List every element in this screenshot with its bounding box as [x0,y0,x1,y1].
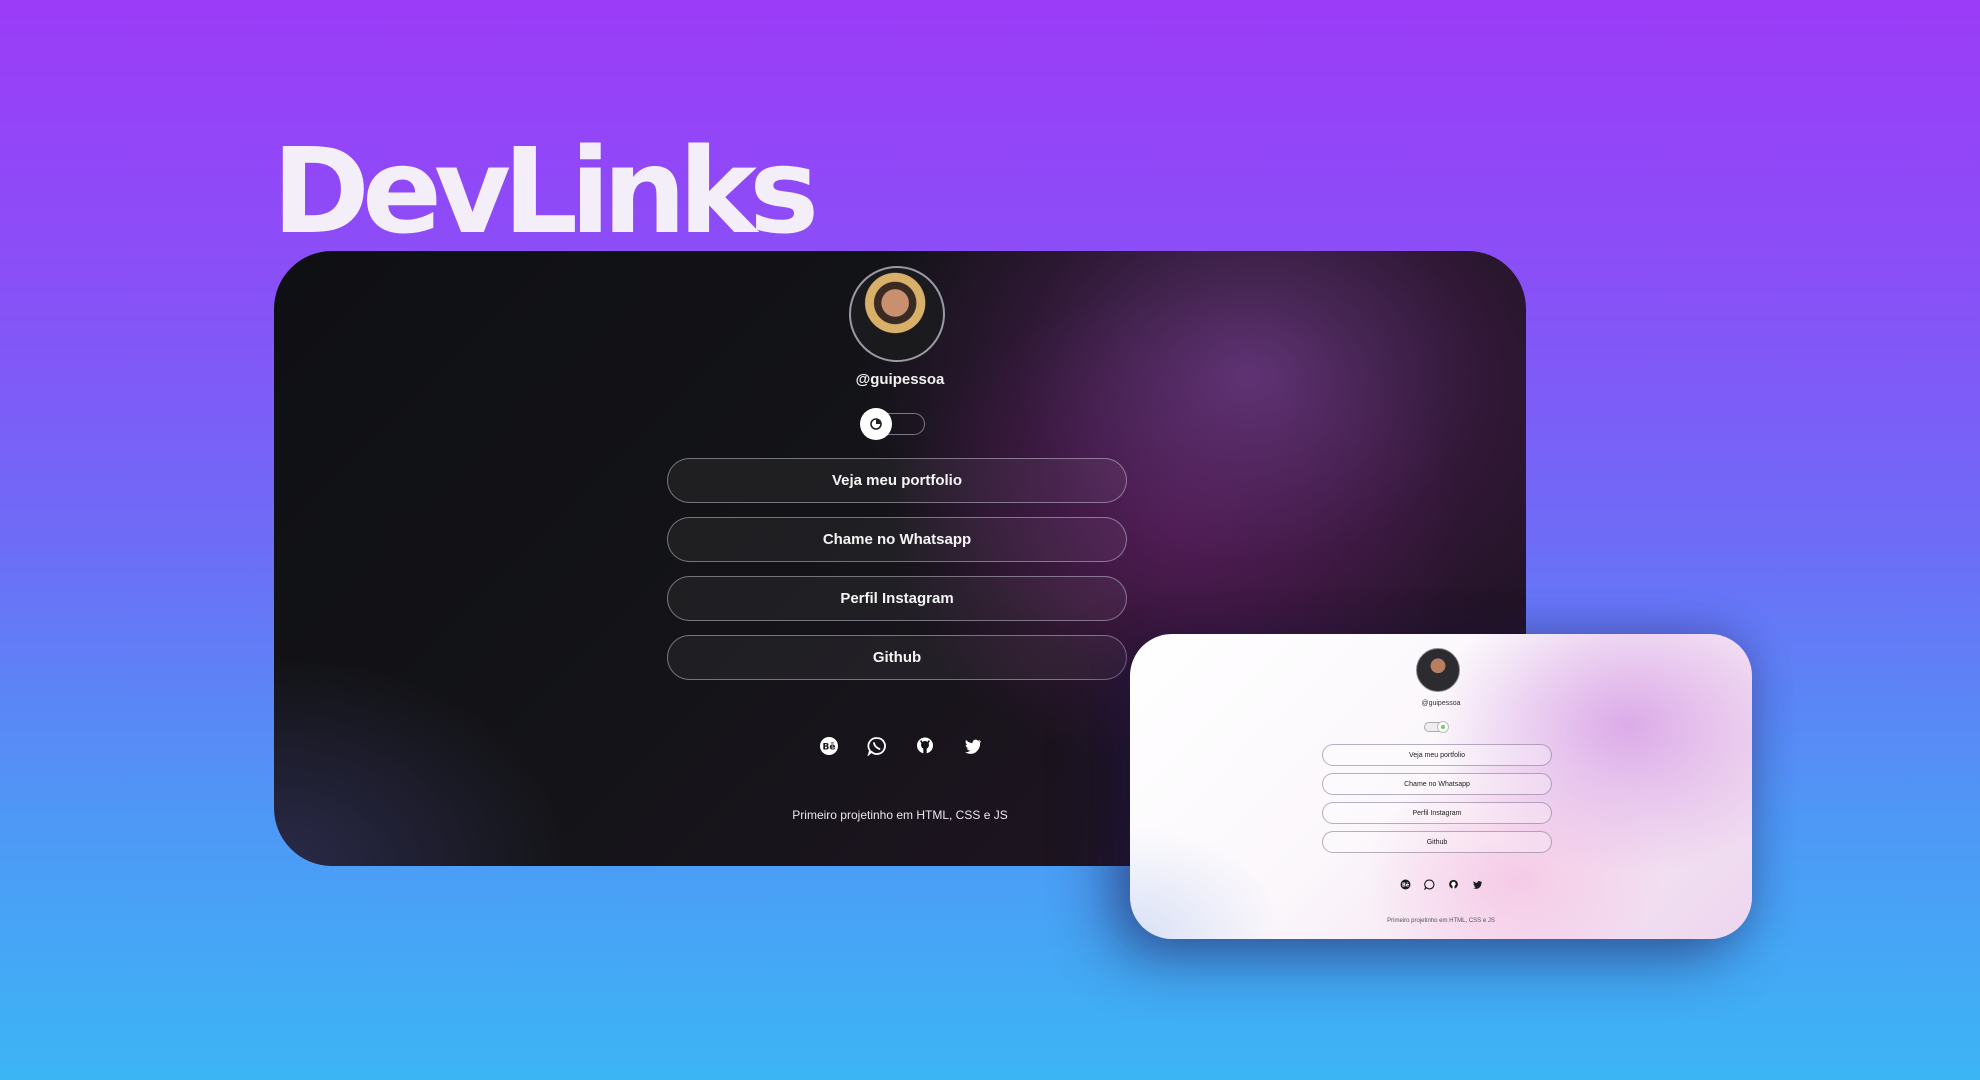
whatsapp-icon[interactable] [1423,878,1435,890]
footer-text: Primeiro projetinho em HTML, CSS e JS [1387,918,1495,924]
social-icons: Bē [1130,878,1752,890]
portfolio-link-button[interactable]: Veja meu portfolio [667,458,1127,503]
sun-icon [1437,721,1449,733]
svg-text:Bē: Bē [1401,882,1409,888]
instagram-link-button[interactable]: Perfil Instagram [667,576,1127,621]
github-link-button[interactable]: Github [1322,831,1552,853]
avatar [1416,648,1460,692]
avatar [849,266,945,362]
github-link-button[interactable]: Github [667,635,1127,680]
twitter-icon[interactable] [961,734,985,758]
twitter-icon[interactable] [1471,878,1483,890]
light-mode-preview: @guipessoa Veja meu portfolio Chame no W… [1130,634,1752,939]
behance-icon[interactable]: Bē [817,734,841,758]
github-icon[interactable] [1447,878,1459,890]
instagram-link-button[interactable]: Perfil Instagram [1322,802,1552,824]
behance-icon[interactable]: Bē [1399,878,1411,890]
whatsapp-link-button[interactable]: Chame no Whatsapp [1322,773,1552,795]
username: @guipessoa [1421,700,1461,707]
whatsapp-icon[interactable] [865,734,889,758]
page-title: DevLinks [272,122,819,260]
whatsapp-link-button[interactable]: Chame no Whatsapp [667,517,1127,562]
svg-text:Bē: Bē [823,743,836,753]
theme-toggle[interactable] [1424,721,1449,733]
github-icon[interactable] [913,734,937,758]
moon-icon [860,408,892,440]
theme-toggle[interactable] [860,408,925,440]
links-list: Veja meu portfolio Chame no Whatsapp Per… [1322,744,1552,860]
username: @guipessoa [855,371,945,388]
portfolio-link-button[interactable]: Veja meu portfolio [1322,744,1552,766]
links-list: Veja meu portfolio Chame no Whatsapp Per… [667,458,1127,694]
